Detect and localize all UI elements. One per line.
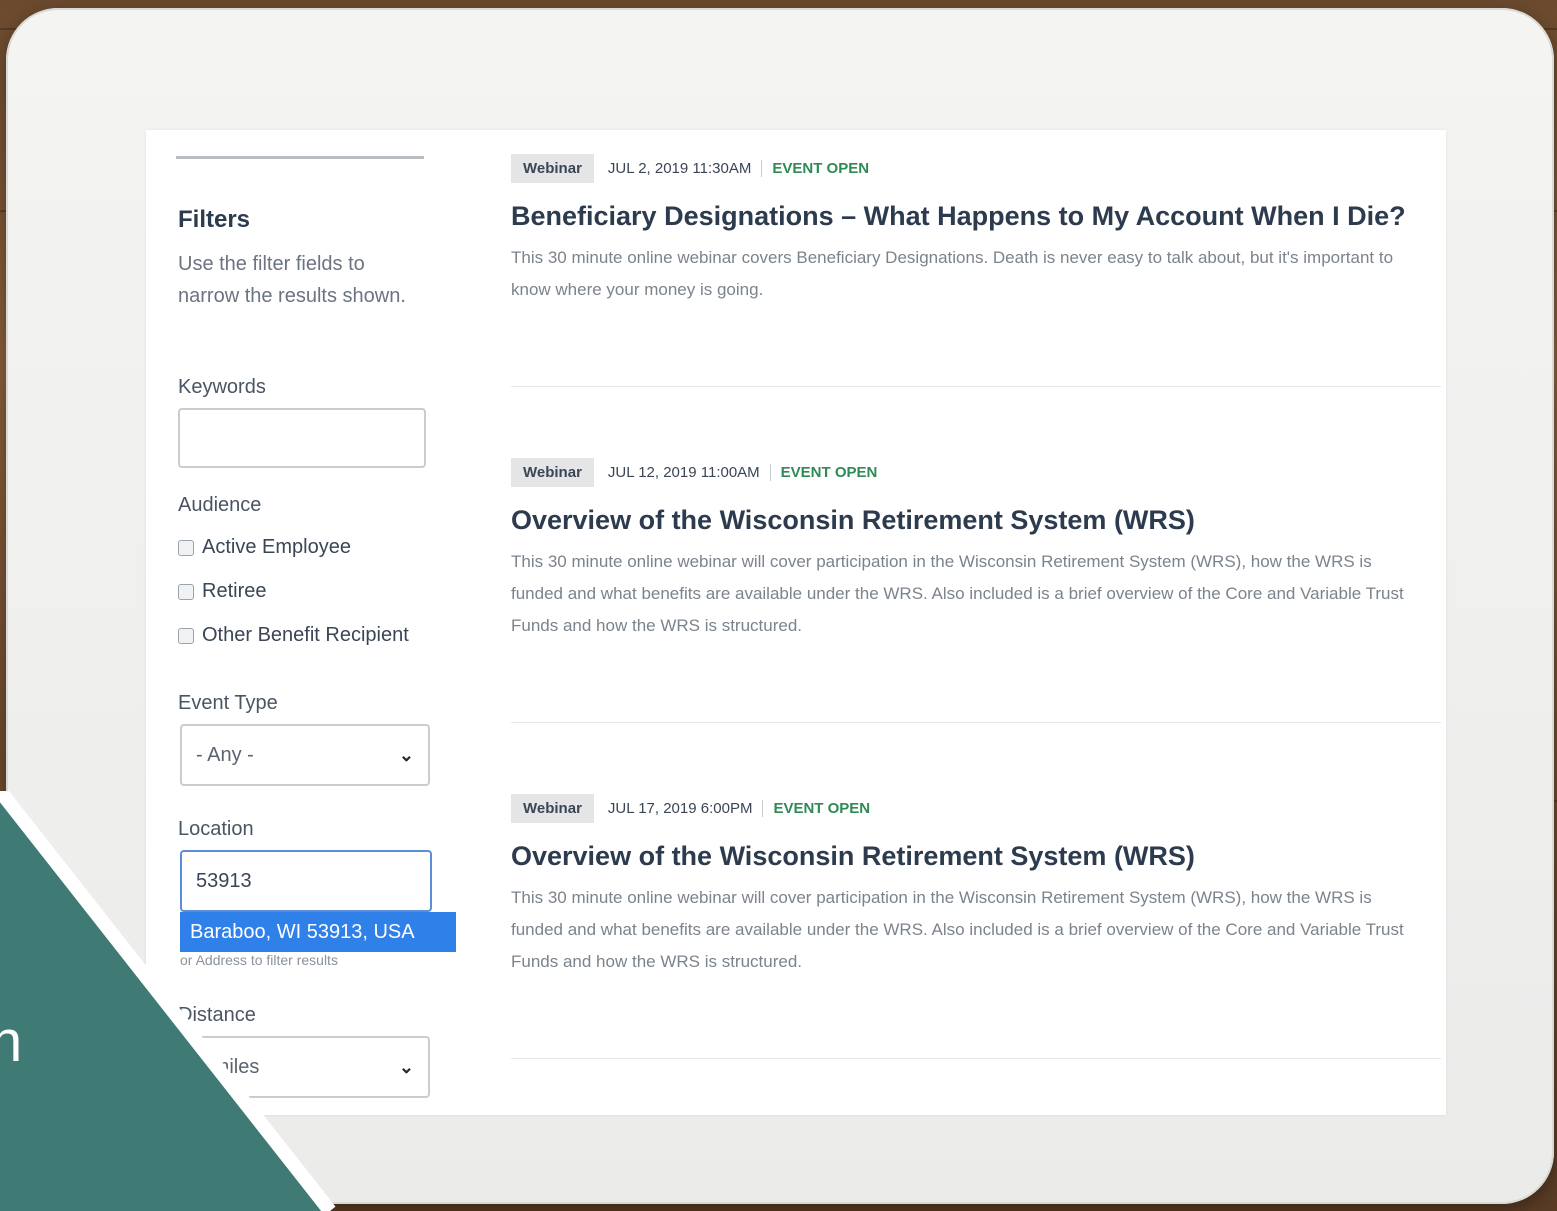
event-meta: Webinar JUL 12, 2019 11:00AM EVENT OPEN <box>511 458 1441 487</box>
event-type-badge: Webinar <box>511 458 594 487</box>
event-date: JUL 17, 2019 6:00PM <box>608 800 764 817</box>
event-divider <box>511 1058 1441 1059</box>
event-meta: Webinar JUL 2, 2019 11:30AM EVENT OPEN <box>511 154 1441 183</box>
event-type-badge: Webinar <box>511 154 594 183</box>
filters-description: Use the filter fields to narrow the resu… <box>178 253 406 307</box>
checkbox[interactable] <box>178 539 194 556</box>
filters-title: Filters <box>178 206 251 233</box>
keywords-label: Keywords <box>178 376 266 398</box>
audience-option-active-employee[interactable]: Active Employee <box>178 536 351 559</box>
checkbox[interactable] <box>178 627 194 644</box>
chevron-down-icon: ⌄ <box>398 744 414 765</box>
event-title-link[interactable]: Overview of the Wisconsin Retirement Sys… <box>511 841 1441 872</box>
event-status: EVENT OPEN <box>780 464 878 481</box>
event-type-select[interactable]: - Any - ⌄ <box>180 724 430 786</box>
checkbox[interactable] <box>178 583 194 600</box>
audience-option-label: Retiree <box>202 580 267 602</box>
event-description: This 30 minute online webinar will cover… <box>511 552 1404 635</box>
event-card: Webinar JUL 17, 2019 6:00PM EVENT OPEN O… <box>511 794 1441 978</box>
event-divider <box>511 386 1441 387</box>
event-type-value: - Any - <box>196 743 254 766</box>
event-title-link[interactable]: Overview of the Wisconsin Retirement Sys… <box>511 505 1441 536</box>
overlay-text: n <box>0 1009 23 1074</box>
event-description: This 30 minute online webinar will cover… <box>511 888 1404 971</box>
event-card: Webinar JUL 12, 2019 11:00AM EVENT OPEN … <box>511 458 1441 642</box>
event-date: JUL 12, 2019 11:00AM <box>608 464 771 481</box>
audience-option-retiree[interactable]: Retiree <box>178 580 266 603</box>
event-status: EVENT OPEN <box>773 800 871 817</box>
audience-option-label: Active Employee <box>202 536 351 558</box>
event-divider <box>511 722 1441 723</box>
audience-option-label: Other Benefit Recipient <box>202 624 409 646</box>
corner-overlay-shape <box>0 791 336 1211</box>
event-card: Webinar JUL 2, 2019 11:30AM EVENT OPEN B… <box>511 154 1441 306</box>
event-type-label: Event Type <box>178 692 278 714</box>
event-meta: Webinar JUL 17, 2019 6:00PM EVENT OPEN <box>511 794 1441 823</box>
audience-label: Audience <box>178 494 262 516</box>
sidebar-divider <box>176 156 424 159</box>
event-status: EVENT OPEN <box>772 160 870 177</box>
event-description: This 30 minute online webinar covers Ben… <box>511 248 1394 299</box>
event-date: JUL 2, 2019 11:30AM <box>608 160 763 177</box>
chevron-down-icon: ⌄ <box>398 1056 414 1077</box>
event-type-badge: Webinar <box>511 794 594 823</box>
keywords-input[interactable] <box>178 408 426 468</box>
audience-option-other-benefit-recipient[interactable]: Other Benefit Recipient <box>178 624 409 647</box>
event-title-link[interactable]: Beneficiary Designations – What Happens … <box>511 201 1441 232</box>
